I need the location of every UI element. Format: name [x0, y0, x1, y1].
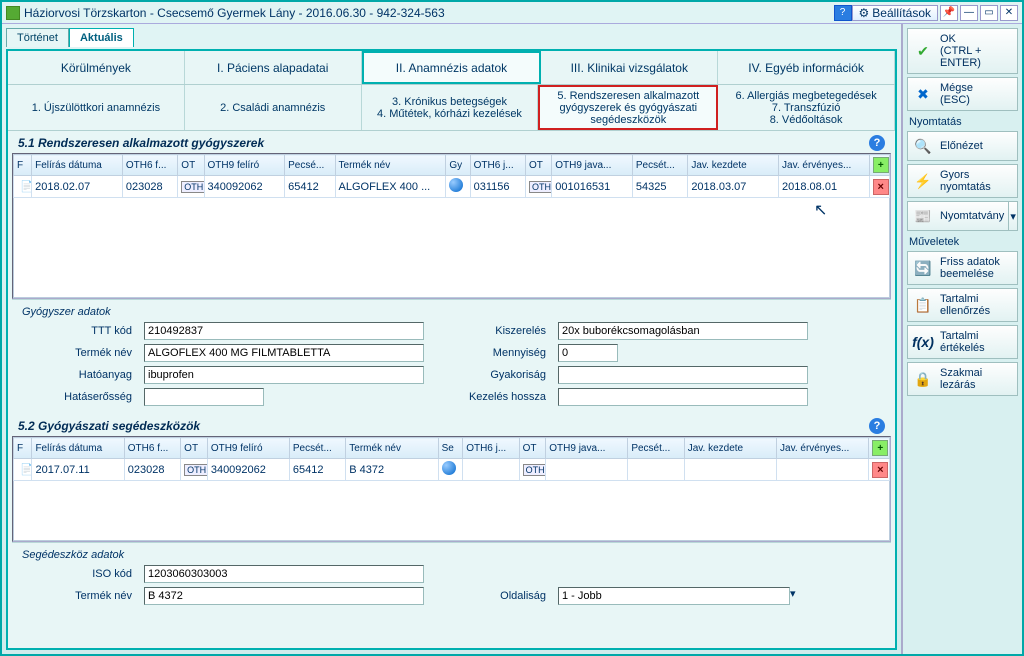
- oth-chip: OTH: [181, 181, 204, 193]
- add-row-button[interactable]: +: [873, 157, 889, 173]
- pack-field[interactable]: [558, 322, 808, 340]
- oth-chip: OTH: [529, 181, 552, 193]
- tab-history[interactable]: Történet: [6, 28, 69, 47]
- chevron-down-icon: ▾: [1010, 210, 1016, 223]
- sidebar: ✔ OK (CTRL + ENTER) ✖ Mégse (ESC) Nyomta…: [902, 24, 1022, 654]
- refresh-icon: 🔄: [912, 258, 934, 278]
- side-select[interactable]: [558, 587, 790, 605]
- sub-tabs: 1. Újszülöttkori anamnézis 2. Családi an…: [8, 85, 895, 131]
- print-section-label: Nyomtatás: [907, 114, 1018, 128]
- settings-button[interactable]: ⚙ Beállítások: [852, 5, 938, 21]
- stab-allergy-etc[interactable]: 6. Allergiás megbetegedések7. Transzfúzi…: [718, 85, 895, 130]
- aid-form-title: Segédeszköz adatok: [22, 549, 881, 561]
- form-print-button[interactable]: 📰 Nyomtatvány: [907, 201, 1009, 231]
- section-51-title: 5.1 Rendszeresen alkalmazott gyógyszerek…: [12, 133, 891, 153]
- oth-chip: OTH: [184, 464, 207, 476]
- ptab-anamnesis[interactable]: II. Anamnézis adatok: [362, 51, 542, 84]
- lookup-icon[interactable]: [449, 178, 463, 192]
- form-print-dropdown[interactable]: ▾: [1009, 201, 1018, 231]
- medication-form: Gyógyszer adatok TTT kód Kiszerelés Term…: [12, 299, 891, 416]
- oth-chip: OTH: [523, 464, 546, 476]
- stab-newborn[interactable]: 1. Újszülöttkori anamnézis: [8, 85, 185, 130]
- gear-icon: ⚙: [859, 6, 870, 20]
- help-icon[interactable]: ?: [869, 418, 885, 434]
- strength-field[interactable]: [144, 388, 264, 406]
- content-check-button[interactable]: 📋 Tartalmi ellenőrzés: [907, 288, 1018, 322]
- titlebar: Háziorvosi Törzskarton - Csecsemő Gyerme…: [2, 2, 1022, 24]
- app-icon: [6, 6, 20, 20]
- close-button[interactable]: ✕: [1000, 5, 1018, 21]
- stab-family[interactable]: 2. Családi anamnézis: [185, 85, 362, 130]
- ttt-field[interactable]: [144, 322, 424, 340]
- ptab-patient-base[interactable]: I. Páciens alapadatai: [185, 51, 362, 84]
- lightning-icon: ⚡: [912, 171, 934, 191]
- chevron-down-icon[interactable]: ▾: [790, 587, 808, 605]
- aid-product-field[interactable]: [144, 587, 424, 605]
- product-field[interactable]: [144, 344, 424, 362]
- section-52-title: 5.2 Gyógyászati segédeszközök ?: [12, 416, 891, 436]
- refresh-data-button[interactable]: 🔄 Friss adatok beemelése: [907, 251, 1018, 285]
- lookup-icon[interactable]: [442, 461, 456, 475]
- lock-icon: 🔒: [912, 369, 934, 389]
- quick-print-button[interactable]: ⚡ Gyors nyomtatás: [907, 164, 1018, 198]
- view-tabs: Történet Aktuális: [6, 28, 897, 47]
- cursor-icon: ↖: [814, 200, 827, 220]
- row-icon: 📄: [17, 463, 32, 476]
- aid-form: Segédeszköz adatok ISO kód Termék név Ol…: [12, 542, 891, 615]
- table-row[interactable]: 📄 2018.02.07 023028 OTH 340092062 65412 …: [14, 176, 890, 198]
- pin-icon[interactable]: 📌: [940, 5, 958, 21]
- aids-grid[interactable]: FFelírás dátumaOTH6 f...OTOTH9 felíróPec…: [12, 436, 891, 542]
- form-icon: 📰: [912, 206, 934, 226]
- active-field[interactable]: [144, 366, 424, 384]
- primary-tabs: Körülmények I. Páciens alapadatai II. An…: [8, 51, 895, 85]
- delete-row-button[interactable]: ×: [872, 462, 888, 478]
- tab-current[interactable]: Aktuális: [69, 28, 134, 47]
- minimize-button[interactable]: —: [960, 5, 978, 21]
- content-eval-button[interactable]: f(x) Tartalmi értékelés: [907, 325, 1018, 359]
- window-title: Háziorvosi Törzskarton - Csecsemő Gyerme…: [24, 6, 445, 20]
- medications-grid[interactable]: FFelírás dátumaOTH6 f...OTOTH9 felíróPec…: [12, 153, 891, 299]
- maximize-button[interactable]: ▭: [980, 5, 998, 21]
- stab-regular-meds[interactable]: 5. Rendszeresen alkalmazott gyógyszerek …: [538, 85, 718, 130]
- stab-chronic-surgery[interactable]: 3. Krónikus betegségek4. Műtétek, kórház…: [362, 85, 539, 130]
- ptab-clinical[interactable]: III. Klinikai vizsgálatok: [541, 51, 718, 84]
- freq-field[interactable]: [558, 366, 808, 384]
- ptab-circumstances[interactable]: Körülmények: [8, 51, 185, 84]
- iso-field[interactable]: [144, 565, 424, 583]
- close-icon: ✖: [912, 84, 934, 104]
- qty-field[interactable]: [558, 344, 618, 362]
- row-icon: 📄: [17, 180, 32, 193]
- preview-button[interactable]: 🔍 Előnézet: [907, 131, 1018, 161]
- grid-header-row: FFelírás dátumaOTH6 f...OTOTH9 felíróPec…: [14, 438, 890, 459]
- duration-field[interactable]: [558, 388, 808, 406]
- magnifier-icon: 🔍: [912, 136, 934, 156]
- professional-lock-button[interactable]: 🔒 Szakmai lezárás: [907, 362, 1018, 396]
- med-form-title: Gyógyszer adatok: [22, 306, 881, 318]
- ops-section-label: Műveletek: [907, 234, 1018, 248]
- grid-header-row: FFelírás dátumaOTH6 f...OTOTH9 felíróPec…: [14, 155, 890, 176]
- help-icon[interactable]: ?: [834, 5, 852, 21]
- help-icon[interactable]: ?: [869, 135, 885, 151]
- fx-icon: f(x): [912, 332, 934, 352]
- check-doc-icon: 📋: [912, 295, 934, 315]
- check-icon: ✔: [912, 41, 934, 61]
- ok-button[interactable]: ✔ OK (CTRL + ENTER): [907, 28, 1018, 74]
- ptab-other[interactable]: IV. Egyéb információk: [718, 51, 895, 84]
- add-row-button[interactable]: +: [872, 440, 888, 456]
- table-row[interactable]: 📄 2017.07.11 023028 OTH 340092062 65412 …: [14, 459, 890, 481]
- delete-row-button[interactable]: ×: [873, 179, 889, 195]
- cancel-button[interactable]: ✖ Mégse (ESC): [907, 77, 1018, 111]
